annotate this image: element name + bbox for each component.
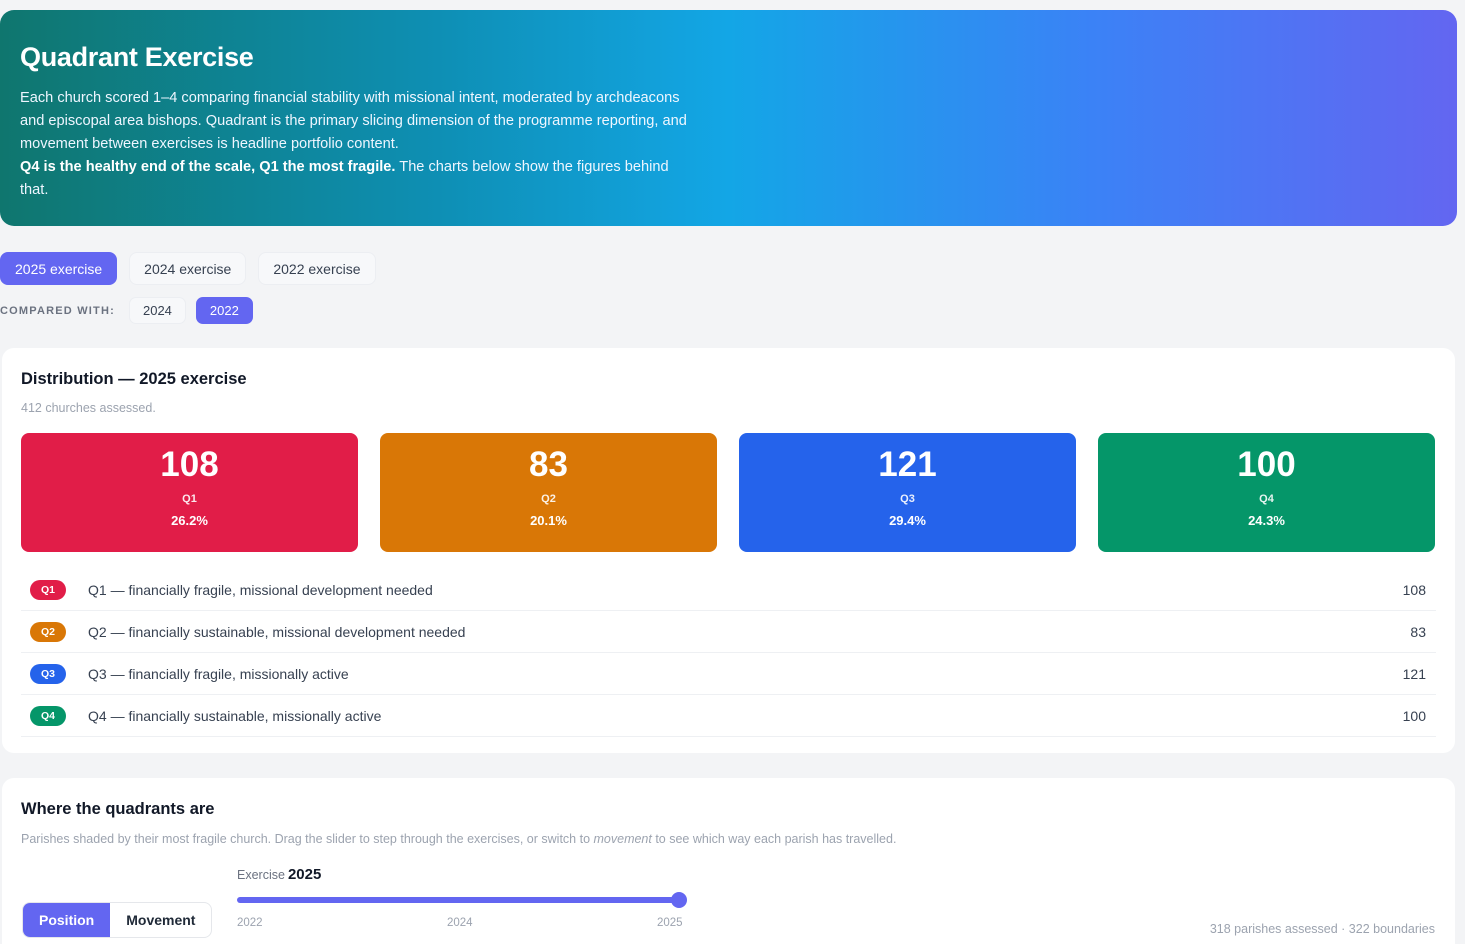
tile-count: 100 [1237, 445, 1296, 484]
tab-2024-exercise[interactable]: 2024 exercise [129, 252, 247, 285]
legend-row-q4: Q4 Q4 — financially sustainable, mission… [21, 695, 1436, 737]
quadrant-tile-q2: 83 Q2 20.1% [380, 433, 717, 552]
legend-count: 121 [1402, 665, 1426, 682]
tile-count: 83 [529, 445, 568, 484]
tile-count: 121 [878, 445, 937, 484]
quadrant-tile-q4: 100 Q4 24.3% [1098, 433, 1435, 552]
hero-banner: Quadrant Exercise Each church scored 1–4… [0, 10, 1457, 226]
page-title: Quadrant Exercise [20, 42, 254, 72]
tab-2022-exercise[interactable]: 2022 exercise [258, 252, 376, 285]
map-subtitle: Parishes shaded by their most fragile ch… [21, 832, 897, 846]
exercise-slider: Exercise 2025 2022 2024 2025 [237, 866, 687, 931]
legend-label: Q2 — financially sustainable, missional … [88, 623, 466, 640]
slider-label: Exercise 2025 [237, 866, 322, 883]
legend-count: 83 [1410, 623, 1426, 640]
tick-label: 2022 [237, 917, 263, 929]
slider-ticks: 2022 2024 2025 [237, 917, 687, 931]
hero-description: Each church scored 1–4 comparing financi… [20, 90, 687, 198]
quadrant-tile-q3: 121 Q3 29.4% [739, 433, 1076, 552]
view-toggle: Position Movement [22, 902, 213, 938]
q1-badge: Q1 [30, 579, 66, 600]
q3-badge: Q3 [30, 663, 66, 684]
legend-row-q2: Q2 Q2 — financially sustainable, mission… [21, 611, 1436, 653]
compare-2022-button[interactable]: 2022 [195, 297, 253, 324]
compare-with: COMPARED WITH: 2024 2022 [0, 297, 253, 324]
tile-quadrant: Q3 [900, 493, 915, 505]
legend-row-q3: Q3 Q3 — financially fragile, missionally… [21, 653, 1436, 695]
map-card: Where the quadrants are Parishes shaded … [2, 778, 1455, 944]
map-title: Where the quadrants are [21, 800, 215, 818]
tab-2025-exercise[interactable]: 2025 exercise [0, 252, 118, 285]
position-toggle-button[interactable]: Position [23, 903, 111, 937]
slider-handle[interactable] [671, 892, 687, 908]
q2-badge: Q2 [30, 621, 66, 642]
tile-count: 108 [160, 445, 219, 484]
quadrant-legend: Q1 Q1 — financially fragile, missional d… [21, 569, 1436, 737]
distribution-subtitle: 412 churches assessed. [21, 401, 156, 415]
legend-count: 100 [1402, 707, 1426, 724]
compare-2024-button[interactable]: 2024 [128, 297, 186, 324]
legend-label: Q4 — financially sustainable, missionall… [88, 707, 382, 724]
tile-quadrant: Q4 [1259, 493, 1274, 505]
slider-value: 2025 [287, 866, 322, 883]
legend-row-q1: Q1 Q1 — financially fragile, missional d… [21, 569, 1436, 611]
exercise-tabs: 2025 exercise 2024 exercise 2022 exercis… [0, 252, 376, 285]
map-stats: 318 parishes assessed · 322 boundaries [1209, 922, 1435, 936]
tile-quadrant: Q2 [541, 493, 556, 505]
q4-badge: Q4 [30, 705, 66, 726]
quadrant-tile-q1: 108 Q1 26.2% [21, 433, 358, 552]
tick-label: 2024 [447, 917, 473, 929]
distribution-title: Distribution — 2025 exercise [21, 370, 247, 388]
tick-label: 2025 [657, 917, 683, 929]
slider-track[interactable] [237, 892, 687, 908]
quadrant-tiles: 108 Q1 26.2% 83 Q2 20.1% 121 Q3 29.4% 10… [21, 433, 1435, 552]
distribution-card: Distribution — 2025 exercise 412 churche… [2, 348, 1455, 753]
tile-percent: 24.3% [1248, 513, 1285, 528]
legend-count: 108 [1402, 581, 1426, 598]
tile-percent: 29.4% [889, 513, 926, 528]
legend-label: Q1 — financially fragile, missional deve… [88, 581, 433, 598]
tile-percent: 26.2% [171, 513, 208, 528]
tile-percent: 20.1% [530, 513, 567, 528]
tile-quadrant: Q1 [182, 493, 197, 505]
movement-toggle-button[interactable]: Movement [110, 903, 211, 937]
legend-label: Q3 — financially fragile, missionally ac… [88, 665, 349, 682]
compare-label: COMPARED WITH: [0, 304, 115, 317]
